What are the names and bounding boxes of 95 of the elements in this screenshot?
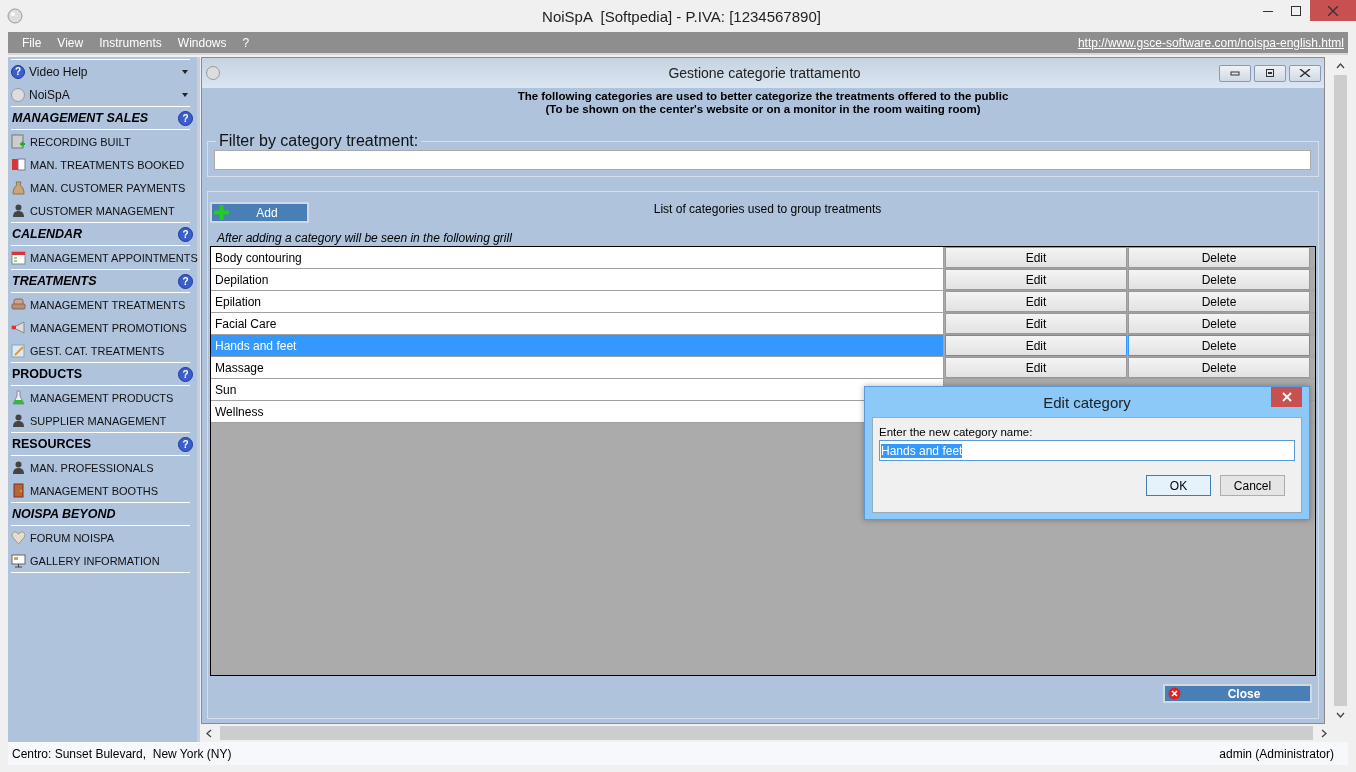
flask-icon — [11, 390, 26, 405]
caret-icon — [182, 92, 188, 97]
category-cell[interactable]: Epilation — [211, 291, 944, 312]
sidebar-item[interactable]: MAN. CUSTOMER PAYMENTS — [10, 176, 194, 199]
category-cell[interactable]: Body contouring — [211, 247, 944, 268]
category-cell[interactable]: Facial Care — [211, 313, 944, 334]
child-window-title: Gestione categorie trattamento — [667, 65, 862, 81]
minimize-icon — [1230, 70, 1240, 76]
edit-button[interactable]: Edit — [945, 291, 1127, 312]
edit-button[interactable]: Edit — [945, 247, 1127, 268]
app-logo-icon — [7, 8, 23, 24]
window-title: NoiSpA [Softpedia] - P.IVA: [1234567890] — [541, 7, 822, 25]
sidebar-item[interactable]: MANAGEMENT BOOTHS — [10, 479, 194, 502]
app-logo-icon — [11, 87, 25, 102]
restore-button[interactable] — [1254, 64, 1286, 82]
scroll-down-icon[interactable] — [1336, 712, 1345, 718]
maximize-icon — [1291, 5, 1301, 16]
close-button[interactable] — [1271, 387, 1302, 407]
edit-button[interactable]: Edit — [945, 269, 1127, 290]
close-icon — [1281, 392, 1292, 402]
armchair-icon — [11, 297, 26, 312]
sidebar-item[interactable]: MAN. PROFESSIONALS — [10, 456, 194, 479]
section-header: PRODUCTS — [12, 367, 83, 381]
add-button[interactable]: Add — [210, 202, 309, 223]
plus-icon — [214, 205, 229, 220]
heart-icon — [11, 530, 26, 545]
megaphone-icon — [11, 320, 26, 335]
section-header: TREATMENTS — [12, 274, 97, 288]
category-cell[interactable]: Sun — [211, 379, 944, 400]
delete-button[interactable]: Delete — [1128, 247, 1310, 268]
sidebar-item[interactable]: RECORDING BUILT — [10, 130, 194, 153]
section-header: CALENDAR — [12, 227, 83, 241]
help-badge: ? — [11, 64, 25, 79]
sidebar-item[interactable]: GALLERY INFORMATION — [10, 549, 194, 572]
document-icon — [11, 134, 26, 149]
delete-button[interactable]: Delete — [1128, 313, 1310, 334]
section-header: MANAGEMENT SALES — [12, 111, 149, 125]
sidebar-item[interactable]: MANAGEMENT TREATMENTS — [10, 293, 194, 316]
filter-input[interactable] — [214, 150, 1311, 170]
delete-button[interactable]: Delete — [1128, 335, 1310, 356]
cancel-button[interactable]: Cancel — [1220, 475, 1285, 496]
sidebar-item[interactable]: MAN. TREATMENTS BOOKED — [10, 153, 194, 176]
caret-icon — [182, 69, 188, 74]
sidebar-item[interactable]: SUPPLIER MANAGEMENT — [10, 409, 194, 432]
scroll-right-icon[interactable] — [1321, 728, 1327, 738]
pencil-icon — [11, 343, 26, 358]
edit-button[interactable]: Edit — [945, 357, 1127, 378]
sidebar-item[interactable]: MANAGEMENT PRODUCTS — [10, 386, 194, 409]
door-icon — [11, 483, 26, 498]
category-cell[interactable]: Massage — [211, 357, 944, 378]
close-button[interactable]: Close — [1163, 684, 1312, 703]
app-logo-icon — [206, 66, 220, 80]
sidebar-item[interactable]: GEST. CAT. TREATMENTS — [10, 339, 194, 362]
person-icon — [11, 203, 26, 218]
description-text: The following categories are used to better categorize the treatments offered to the public — [516, 90, 1010, 103]
person-icon — [11, 460, 26, 475]
section-header: NOISPA BEYOND — [12, 507, 116, 521]
help-badge[interactable]: ? — [178, 226, 193, 242]
field-label: Enter the new category name: — [879, 426, 1034, 438]
help-badge[interactable]: ? — [178, 273, 193, 289]
help-badge[interactable]: ? — [178, 436, 193, 452]
edit-button[interactable]: Edit — [945, 335, 1127, 356]
close-icon — [1168, 687, 1181, 700]
description-text: (To be shown on the center's website or on a monitor in the room waiting room) — [544, 103, 982, 116]
help-badge[interactable]: ? — [178, 366, 193, 382]
person-icon — [11, 413, 26, 428]
sidebar-dropdown[interactable]: ? Video Help — [10, 60, 194, 83]
close-icon — [1299, 69, 1311, 77]
restore-icon — [1265, 69, 1275, 77]
close-icon — [1328, 5, 1338, 16]
edit-button[interactable]: Edit — [945, 313, 1127, 334]
sidebar-item[interactable]: FORUM NOISPA — [10, 526, 194, 549]
scroll-up-icon[interactable] — [1336, 63, 1345, 69]
board-icon — [11, 553, 26, 568]
status-user: admin (Administrator) — [1219, 746, 1334, 761]
help-badge[interactable]: ? — [178, 110, 193, 126]
delete-button[interactable]: Delete — [1128, 269, 1310, 290]
category-cell[interactable]: Depilation — [211, 269, 944, 290]
section-header: RESOURCES — [12, 437, 92, 451]
list-caption: List of categories used to group treatments — [652, 202, 883, 216]
filter-label: Filter by category treatment: — [218, 132, 420, 150]
status-location: Centro: Sunset Bulevard, New York (NY) — [12, 746, 232, 761]
ok-button[interactable]: OK — [1146, 475, 1211, 496]
scroll-left-icon[interactable] — [206, 728, 212, 738]
book-icon — [11, 157, 26, 172]
sidebar-item[interactable]: CUSTOMER MANAGEMENT — [10, 199, 194, 222]
grid-note: After adding a category will be seen in the following grill — [217, 231, 513, 245]
delete-button[interactable]: Delete — [1128, 357, 1310, 378]
sidebar-item[interactable]: MANAGEMENT PROMOTIONS — [10, 316, 194, 339]
calendar-icon — [11, 250, 26, 265]
delete-button[interactable]: Delete — [1128, 291, 1310, 312]
close-button[interactable] — [1289, 64, 1321, 82]
dialog-title: Edit category — [1042, 393, 1132, 411]
bag-icon — [11, 180, 26, 195]
sidebar-dropdown[interactable]: NoiSpA — [10, 83, 194, 106]
